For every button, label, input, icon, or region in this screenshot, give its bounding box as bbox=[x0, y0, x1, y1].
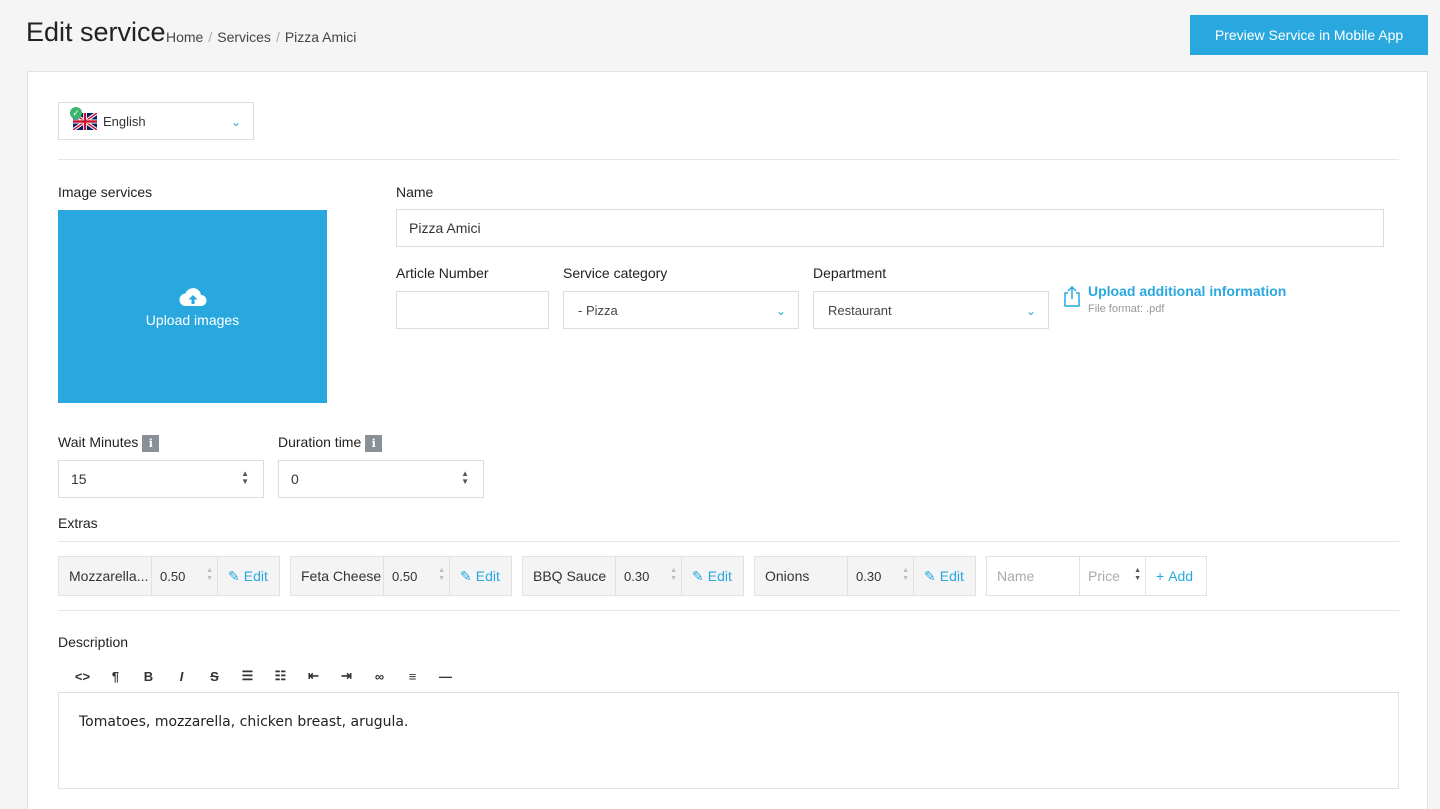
image-services-label: Image services bbox=[58, 184, 153, 200]
service-category-label: Service category bbox=[563, 265, 668, 281]
article-number-label: Article Number bbox=[396, 265, 489, 281]
department-value: Restaurant bbox=[828, 302, 892, 318]
breadcrumb-separator: / bbox=[208, 29, 213, 45]
cloud-upload-icon bbox=[178, 287, 206, 306]
wait-minutes-label: Wait Minutes i bbox=[58, 434, 160, 452]
extra-item: BBQ Sauce 0.30 ▲ ▼ ✎ Edit bbox=[522, 556, 744, 596]
extra-price[interactable]: 0.30 ▲ ▼ bbox=[616, 557, 682, 595]
link-icon[interactable]: ∞ bbox=[363, 669, 396, 684]
language-select[interactable]: ✓ English ⌄ bbox=[58, 102, 254, 140]
uk-flag-icon: ✓ bbox=[70, 106, 99, 131]
breadcrumb-home[interactable]: Home bbox=[166, 29, 203, 45]
info-icon[interactable]: i bbox=[142, 434, 160, 452]
breadcrumb-current: Pizza Amici bbox=[284, 29, 357, 45]
extra-price[interactable]: 0.50 ▲ ▼ bbox=[384, 557, 450, 595]
stepper-icon[interactable]: ▲ ▼ bbox=[241, 470, 249, 486]
extra-name[interactable]: Feta Cheese bbox=[291, 557, 384, 595]
add-extra-button[interactable]: + Add bbox=[1146, 568, 1193, 584]
extra-item: Onions 0.30 ▲ ▼ ✎ Edit bbox=[754, 556, 976, 596]
service-category-value: - Pizza bbox=[578, 302, 618, 318]
pencil-icon: ✎ bbox=[692, 567, 704, 584]
extra-edit-button[interactable]: ✎ Edit bbox=[682, 568, 732, 585]
description-editor[interactable]: Tomatoes, mozzarella, chicken breast, ar… bbox=[58, 692, 1399, 789]
share-upload-icon[interactable] bbox=[1063, 285, 1081, 307]
file-format-hint: File format: .pdf bbox=[1088, 303, 1165, 315]
wait-minutes-text: Wait Minutes bbox=[58, 434, 139, 450]
bullet-list-icon[interactable]: ☰ bbox=[231, 668, 264, 684]
wait-minutes-value: 15 bbox=[71, 471, 87, 487]
upload-additional-info-link[interactable]: Upload additional information bbox=[1088, 283, 1286, 299]
extras-label: Extras bbox=[58, 515, 98, 531]
page-header: Edit service Home / Services / Pizza Ami… bbox=[0, 0, 1440, 70]
extra-name[interactable]: BBQ Sauce bbox=[523, 557, 616, 595]
align-icon[interactable]: ≡ bbox=[396, 669, 429, 684]
wait-minutes-input[interactable]: 15 ▲ ▼ bbox=[58, 460, 264, 498]
extra-name[interactable]: Onions bbox=[755, 557, 848, 595]
editor-toolbar: <> ¶ B I S ☰ ☷ ⇤ ⇥ ∞ ≡ — bbox=[58, 660, 1399, 693]
duration-time-text: Duration time bbox=[278, 434, 362, 450]
duration-time-value: 0 bbox=[291, 471, 299, 487]
pencil-icon: ✎ bbox=[924, 567, 936, 584]
divider bbox=[58, 541, 1399, 542]
horizontal-rule-icon[interactable]: — bbox=[429, 669, 462, 684]
divider bbox=[58, 610, 1399, 611]
extra-edit-button[interactable]: ✎ Edit bbox=[450, 568, 500, 585]
upload-images-button[interactable]: Upload images bbox=[58, 210, 327, 403]
divider bbox=[58, 159, 1399, 160]
extra-edit-button[interactable]: ✎ Edit bbox=[914, 568, 964, 585]
chevron-down-icon: ⌄ bbox=[231, 115, 242, 129]
bold-icon[interactable]: B bbox=[132, 669, 165, 684]
extra-edit-button[interactable]: ✎ Edit bbox=[218, 568, 268, 585]
extra-price[interactable]: 0.50 ▲ ▼ bbox=[152, 557, 218, 595]
edit-service-form: ✓ English ⌄ Image services Upload images… bbox=[27, 71, 1428, 809]
duration-time-input[interactable]: 0 ▲ ▼ bbox=[278, 460, 484, 498]
chevron-down-icon: ⌄ bbox=[776, 304, 787, 318]
breadcrumb-services[interactable]: Services bbox=[217, 29, 271, 45]
extra-item: Mozzarella... 0.50 ▲ ▼ ✎ Edit bbox=[58, 556, 280, 596]
new-extra-name-input[interactable]: Name bbox=[987, 557, 1080, 595]
language-label: English bbox=[103, 113, 146, 129]
strikethrough-icon[interactable]: S bbox=[198, 669, 231, 684]
service-category-select[interactable]: - Pizza ⌄ bbox=[563, 291, 799, 329]
article-number-input[interactable] bbox=[396, 291, 549, 329]
breadcrumb: Home / Services / Pizza Amici bbox=[166, 29, 356, 45]
duration-time-label: Duration time i bbox=[278, 434, 383, 452]
extra-price[interactable]: 0.30 ▲ ▼ bbox=[848, 557, 914, 595]
check-icon: ✓ bbox=[70, 106, 82, 119]
extra-item: Feta Cheese 0.50 ▲ ▼ ✎ Edit bbox=[290, 556, 512, 596]
page-title: Edit service bbox=[26, 17, 166, 47]
italic-icon[interactable]: I bbox=[165, 669, 198, 684]
stepper-icon[interactable]: ▲ ▼ bbox=[461, 470, 469, 486]
department-select[interactable]: Restaurant ⌄ bbox=[813, 291, 1049, 329]
info-icon[interactable]: i bbox=[365, 434, 383, 452]
pencil-icon: ✎ bbox=[460, 567, 472, 584]
paragraph-icon[interactable]: ¶ bbox=[99, 669, 132, 684]
name-input[interactable]: Pizza Amici bbox=[396, 209, 1384, 247]
new-extra-price-input[interactable]: Price ▲ ▼ bbox=[1080, 557, 1146, 595]
preview-mobile-app-button[interactable]: Preview Service in Mobile App bbox=[1190, 15, 1428, 55]
numbered-list-icon[interactable]: ☷ bbox=[264, 668, 297, 684]
chevron-down-icon: ⌄ bbox=[1026, 304, 1037, 318]
indent-icon[interactable]: ⇥ bbox=[330, 668, 363, 684]
upload-images-label: Upload images bbox=[145, 311, 240, 328]
breadcrumb-separator: / bbox=[275, 29, 280, 45]
plus-icon: + bbox=[1156, 568, 1165, 584]
code-icon[interactable]: <> bbox=[66, 669, 99, 684]
extra-name[interactable]: Mozzarella... bbox=[59, 557, 152, 595]
department-label: Department bbox=[813, 265, 887, 281]
pencil-icon: ✎ bbox=[228, 567, 240, 584]
new-extra-row: Name Price ▲ ▼ + Add bbox=[986, 556, 1207, 596]
name-label: Name bbox=[396, 184, 434, 200]
outdent-icon[interactable]: ⇤ bbox=[297, 668, 330, 684]
description-label: Description bbox=[58, 634, 129, 650]
